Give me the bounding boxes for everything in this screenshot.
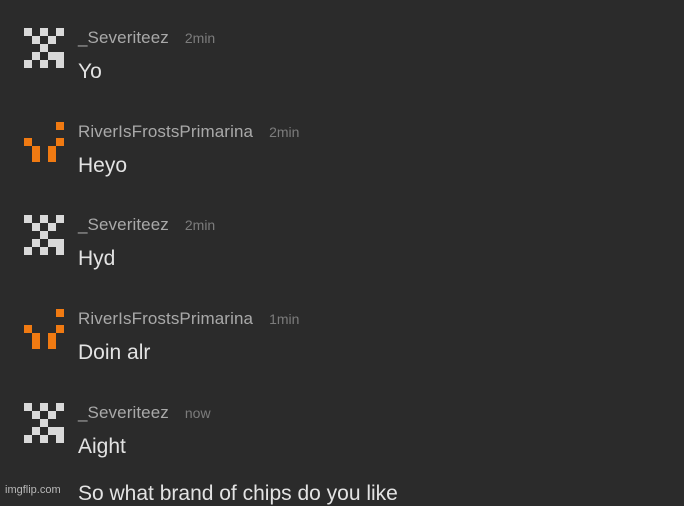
avatar[interactable]	[24, 122, 64, 162]
watermark: imgflip.com	[5, 484, 61, 496]
message-text: Yo	[78, 60, 102, 83]
timestamp: 2min	[184, 217, 216, 233]
smiley-icon	[24, 122, 64, 162]
message-text: Doin alr	[78, 341, 151, 364]
avatar[interactable]	[24, 215, 64, 255]
avatar[interactable]	[24, 309, 64, 349]
username[interactable]: RiverIsFrostsPrimarina	[78, 309, 253, 329]
message-header: _Severiteez now	[78, 403, 211, 425]
checker-icon	[24, 403, 64, 443]
timestamp: 1min	[269, 311, 300, 327]
chat-message: _Severiteez 2min Yo	[0, 28, 684, 118]
timestamp: 2min	[184, 30, 216, 46]
smiley-icon	[24, 309, 64, 349]
message-header: _Severiteez 2min	[78, 28, 215, 50]
avatar[interactable]	[24, 28, 64, 68]
chat-message: _Severiteez 2min Hyd	[0, 215, 684, 305]
message-header: RiverIsFrostsPrimarina 2min	[78, 122, 299, 144]
message-text: Hyd	[78, 247, 116, 270]
message-header: RiverIsFrostsPrimarina 1min	[78, 309, 299, 331]
message-text: Heyo	[78, 154, 128, 177]
chat-message: _Severiteez now Aight	[0, 403, 684, 493]
username[interactable]: _Severiteez	[78, 28, 169, 48]
message-header: _Severiteez 2min	[78, 215, 215, 237]
message-text-partial: So what brand of chips do you like	[78, 482, 398, 505]
username[interactable]: _Severiteez	[78, 215, 169, 235]
timestamp: 2min	[269, 124, 300, 140]
checker-icon	[24, 28, 64, 68]
checker-icon	[24, 215, 64, 255]
chat-log: _Severiteez 2min Yo RiverIsFrostsPrimari…	[0, 0, 684, 505]
chat-message: RiverIsFrostsPrimarina 2min Heyo	[0, 122, 684, 212]
message-text: Aight	[78, 435, 126, 458]
timestamp: now	[184, 405, 211, 421]
chat-message: RiverIsFrostsPrimarina 1min Doin alr	[0, 309, 684, 399]
username[interactable]: RiverIsFrostsPrimarina	[78, 122, 253, 142]
avatar[interactable]	[24, 403, 64, 443]
username[interactable]: _Severiteez	[78, 403, 169, 423]
